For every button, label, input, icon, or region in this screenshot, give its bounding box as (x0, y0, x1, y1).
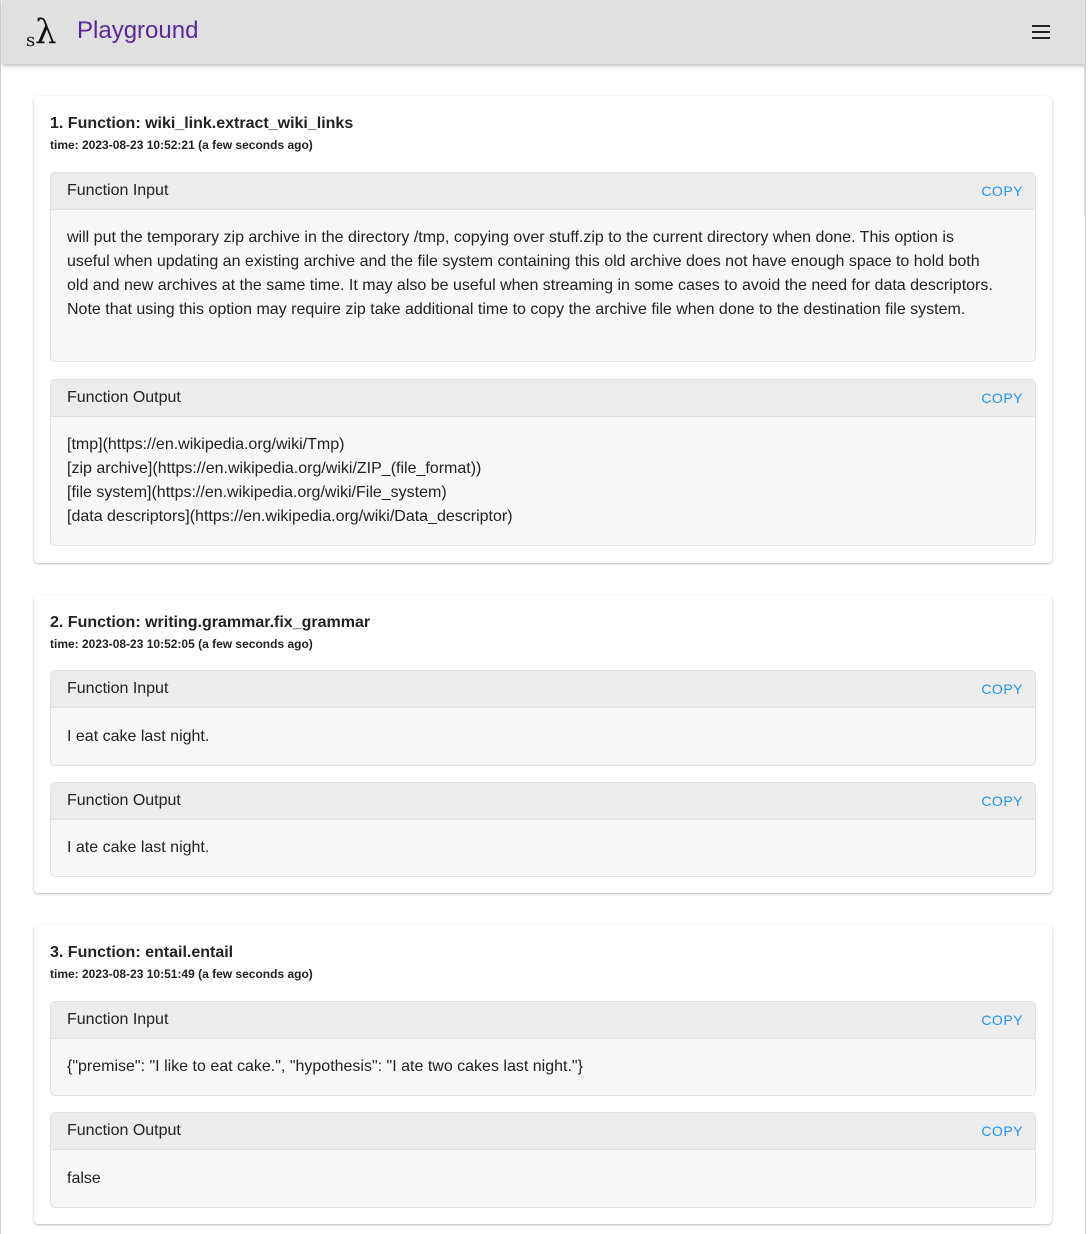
menu-bar-bottom (1032, 37, 1050, 39)
panel-label: Function Input (67, 182, 169, 199)
timestamp: time: 2023-08-23 10:52:21 (a few seconds… (50, 138, 313, 152)
text-line: will put the temporary zip archive in th… (67, 229, 954, 246)
text-line: old and new archives at the same time. I… (67, 277, 993, 294)
function-call-card: 2. Function: writing.grammar.fix_grammar… (34, 595, 1052, 893)
function-title: 3. Function: entail.entail (50, 944, 234, 961)
panel-label: Function Input (67, 1011, 169, 1028)
panel-header: Function Output COPY (51, 380, 1035, 417)
text-line: [tmp](https://en.wikipedia.org/wiki/Tmp) (67, 436, 345, 453)
hamburger-menu-icon[interactable] (1028, 22, 1052, 42)
panel-label: Function Output (67, 792, 181, 809)
panel-label: Function Output (67, 389, 181, 406)
panel-header: Function Input COPY (51, 173, 1035, 210)
function-output-text[interactable]: false (67, 1167, 1019, 1191)
page: s λ Playground 1. Function: wiki_link.ex… (0, 0, 1086, 1234)
copy-output-button[interactable]: COPY (981, 793, 1023, 809)
panel-header: Function Input COPY (51, 671, 1035, 708)
function-input-panel: Function Input COPY will put the tempora… (50, 172, 1036, 362)
scrollbar-thumb[interactable] (1084, 66, 1085, 216)
function-output-panel: Function Output COPY [tmp](https://en.wi… (50, 379, 1036, 546)
text-line: [file system](https://en.wikipedia.org/w… (67, 484, 447, 501)
app-logo[interactable]: s λ (26, 12, 60, 52)
copy-input-button[interactable]: COPY (981, 1012, 1023, 1028)
text-line: false (67, 1170, 101, 1187)
menu-bar-top (1032, 25, 1050, 27)
text-line: Note that using this option may require … (67, 301, 966, 318)
function-call-card: 1. Function: wiki_link.extract_wiki_link… (34, 96, 1052, 563)
panel-header: Function Input COPY (51, 1002, 1035, 1039)
function-output-panel: Function Output COPY false (50, 1112, 1036, 1208)
panel-label: Function Input (67, 680, 169, 697)
function-title: 1. Function: wiki_link.extract_wiki_link… (50, 115, 354, 132)
timestamp: time: 2023-08-23 10:51:49 (a few seconds… (50, 967, 313, 981)
text-line: {"premise": "I like to eat cake.", "hypo… (67, 1058, 583, 1075)
copy-output-button[interactable]: COPY (981, 390, 1023, 406)
copy-output-button[interactable]: COPY (981, 1123, 1023, 1139)
text-line: I eat cake last night. (67, 728, 210, 745)
copy-input-button[interactable]: COPY (981, 183, 1023, 199)
text-line: I ate cake last night. (67, 839, 210, 856)
menu-bar-middle (1032, 31, 1050, 33)
text-line: [zip archive](https://en.wikipedia.org/w… (67, 460, 482, 477)
panel-label: Function Output (67, 1122, 181, 1139)
function-input-text[interactable]: {"premise": "I like to eat cake.", "hypo… (67, 1055, 1019, 1079)
function-input-panel: Function Input COPY I eat cake last nigh… (50, 670, 1036, 766)
text-line: useful when updating an existing archive… (67, 253, 980, 270)
function-input-text[interactable]: I eat cake last night. (67, 725, 1019, 749)
function-output-text[interactable]: [tmp](https://en.wikipedia.org/wiki/Tmp)… (67, 433, 1019, 529)
function-title: 2. Function: writing.grammar.fix_grammar (50, 614, 371, 631)
logo-s-glyph: s (26, 30, 36, 51)
function-output-text[interactable]: I ate cake last night. (67, 836, 1019, 860)
lambda-icon: λ (35, 12, 57, 52)
panel-header: Function Output COPY (51, 1113, 1035, 1150)
app-bar: s λ Playground (2, 0, 1085, 64)
panel-header: Function Output COPY (51, 783, 1035, 820)
copy-input-button[interactable]: COPY (981, 681, 1023, 697)
timestamp: time: 2023-08-23 10:52:05 (a few seconds… (50, 637, 313, 651)
function-output-panel: Function Output COPY I ate cake last nig… (50, 782, 1036, 877)
app-title[interactable]: Playground (77, 17, 198, 45)
function-call-card: 3. Function: entail.entail time: 2023-08… (34, 925, 1052, 1224)
function-input-panel: Function Input COPY {"premise": "I like … (50, 1001, 1036, 1096)
function-input-text[interactable]: will put the temporary zip archive in th… (67, 226, 1019, 322)
text-line: [data descriptors](https://en.wikipedia.… (67, 508, 513, 525)
